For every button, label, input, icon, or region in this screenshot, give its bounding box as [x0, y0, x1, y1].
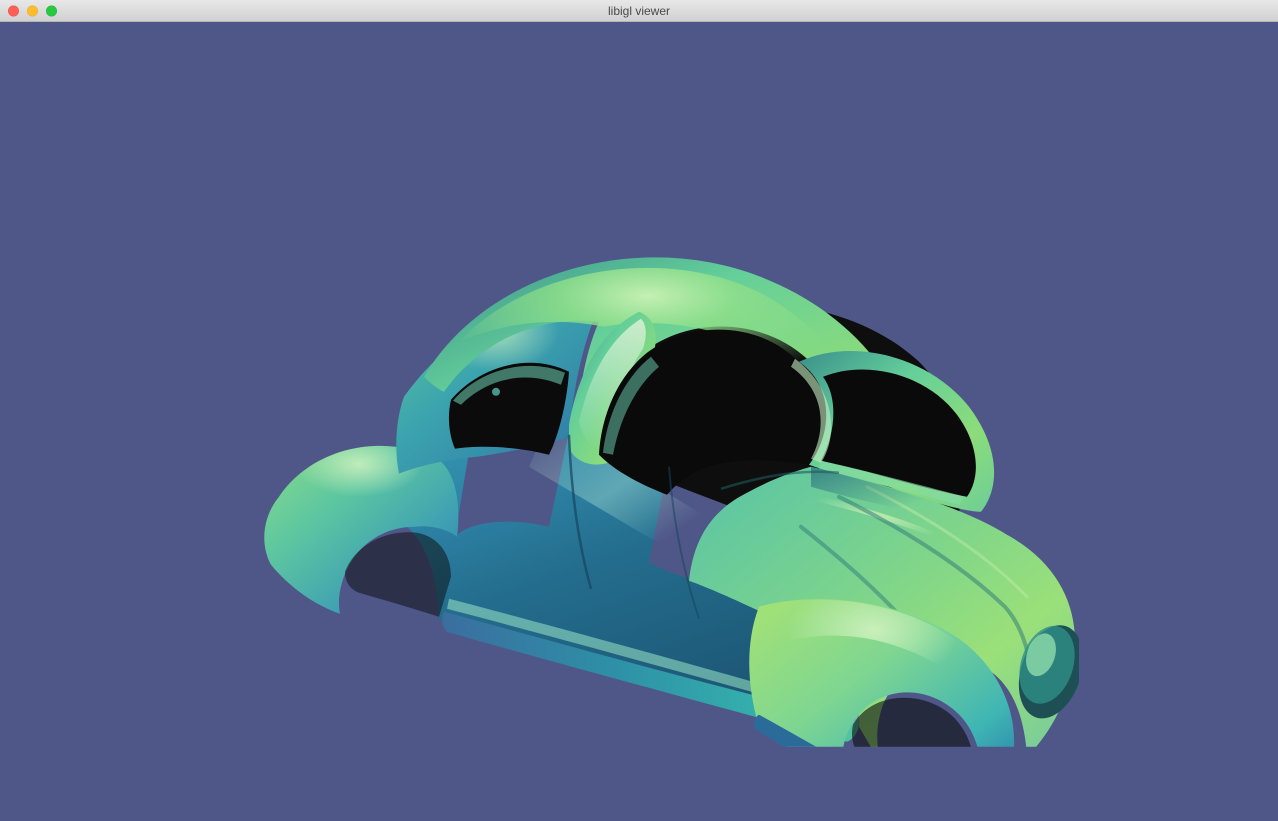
rendered-mesh[interactable] — [199, 166, 1079, 746]
window-titlebar: libigl viewer — [0, 0, 1278, 22]
window-notch — [492, 387, 500, 395]
window-title: libigl viewer — [0, 4, 1278, 18]
viewer-viewport[interactable] — [0, 22, 1278, 821]
traffic-lights — [8, 5, 57, 16]
window-close-button[interactable] — [8, 5, 19, 16]
car-mesh-svg — [199, 166, 1079, 746]
window-minimize-button[interactable] — [27, 5, 38, 16]
window-maximize-button[interactable] — [46, 5, 57, 16]
